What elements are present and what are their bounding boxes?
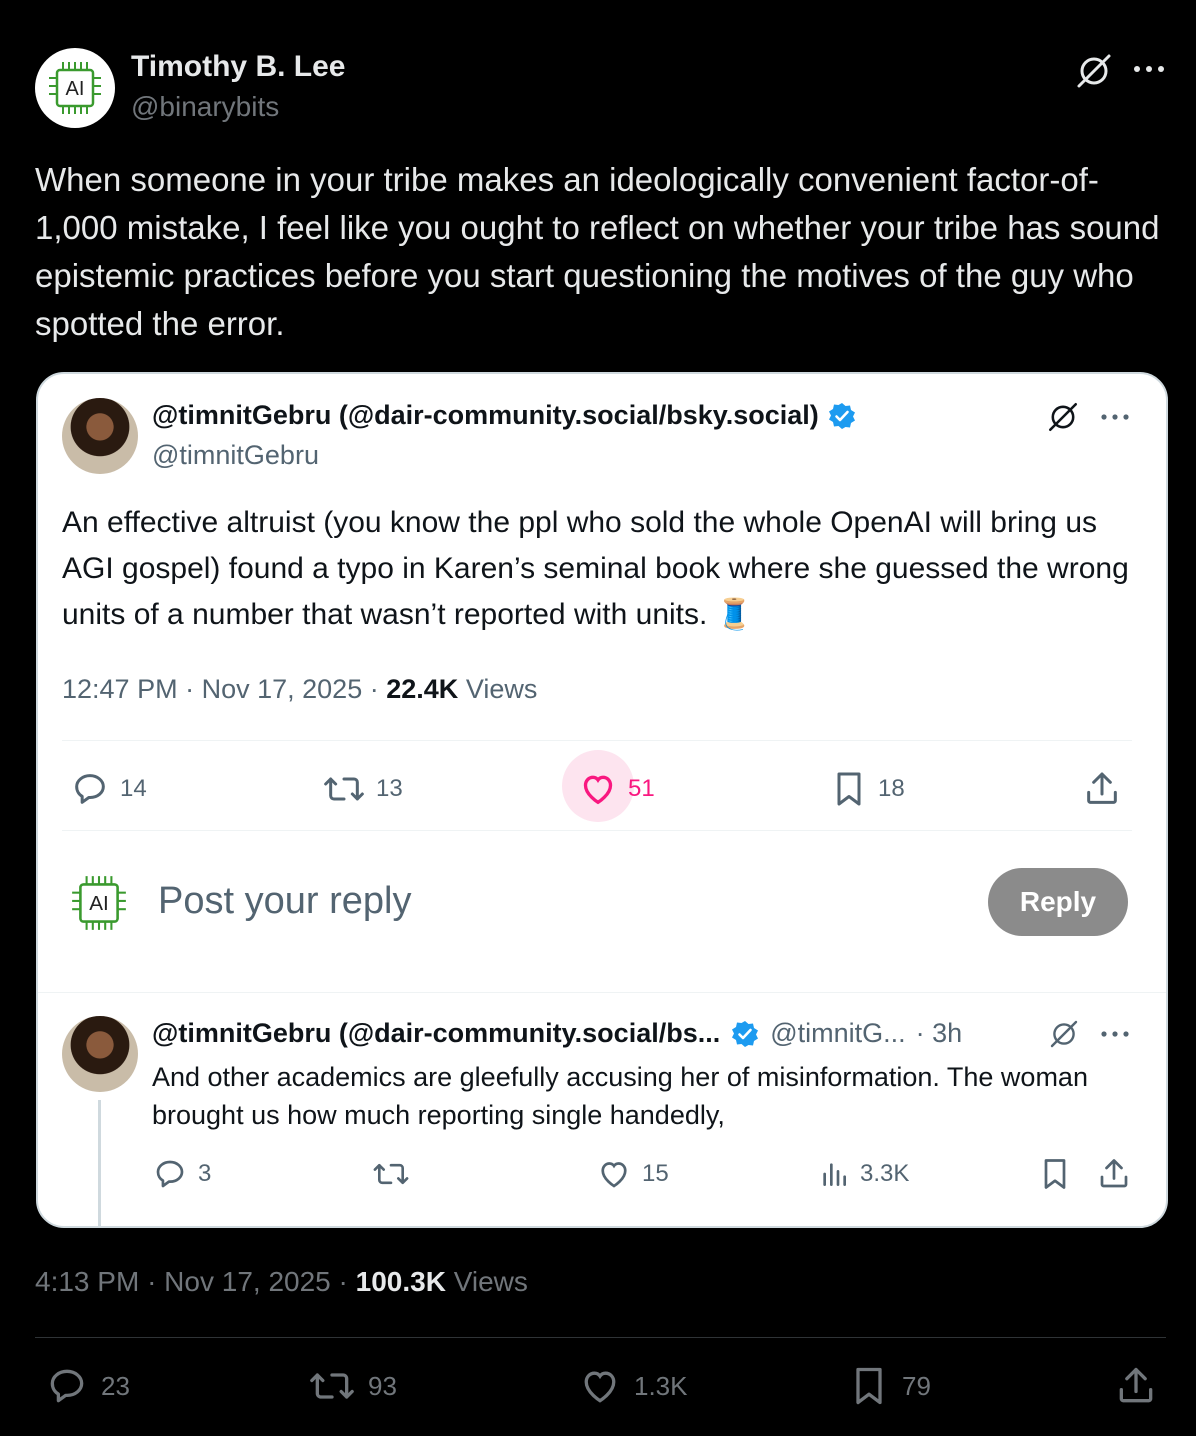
bookmark-action[interactable]: 18 [830,769,905,809]
composer-avatar-text: AI [89,892,109,915]
repost-action[interactable] [372,1156,410,1192]
reply-action[interactable]: 23 [45,1364,130,1408]
reply-author-avatar[interactable] [62,1016,138,1092]
composer-avatar: AI [68,872,130,934]
divider [62,740,1132,741]
reply-count: 23 [101,1370,130,1401]
quote-text: An effective altruist (you know the ppl … [62,500,1132,638]
repost-icon [310,1373,354,1399]
bookmark-action[interactable]: 79 [848,1364,931,1408]
share-action[interactable] [1114,1364,1158,1408]
tweet-time: 4:13 PM [35,1266,140,1297]
author-avatar[interactable]: AI [35,48,115,128]
views-count: 3.3K [860,1160,910,1187]
more-options-icon[interactable] [1132,64,1166,74]
reply-age[interactable]: · 3h [916,1018,963,1049]
thread-line [98,1100,101,1226]
heart-icon [601,1162,627,1188]
like-count: 51 [628,775,655,802]
like-action[interactable]: 1.3K [578,1364,688,1408]
avatar-text: AI [66,78,85,100]
heart-icon [583,775,613,805]
reply-icon [50,1369,84,1403]
tweet-views-count: 100.3K [355,1266,446,1297]
grok-icon[interactable] [1046,400,1080,434]
quote-timestamp[interactable]: 12:47 PM · Nov 17, 2025 · 22.4K Views [62,674,537,705]
share-icon [1100,1159,1128,1188]
bookmark-icon [1044,1159,1066,1189]
reply-button[interactable]: Reply [988,868,1128,936]
grok-icon[interactable] [1048,1018,1080,1050]
repost-action[interactable]: 13 [322,769,403,809]
bookmark-count: 18 [878,775,905,802]
tweet-text: When someone in your tribe makes an ideo… [35,161,1160,342]
repost-count: 13 [376,775,403,802]
reply-count: 3 [198,1160,212,1187]
reply-author-handle[interactable]: @timnitG... [770,1018,905,1049]
divider [35,1337,1166,1338]
reply-action[interactable]: 3 [152,1156,211,1192]
repost-action[interactable]: 93 [308,1364,397,1408]
share-action[interactable] [1096,1156,1132,1192]
grok-icon[interactable] [1074,51,1114,91]
bookmark-action[interactable] [1038,1156,1072,1192]
tweet-date: Nov 17, 2025 [164,1266,331,1297]
quote-views-label: Views [465,674,538,704]
heart-icon [584,1371,616,1403]
reply-input[interactable]: Post your reply [158,880,411,923]
like-action[interactable]: 51 [578,769,655,809]
bookmark-icon [837,772,861,806]
share-icon [1119,1367,1153,1403]
views-action[interactable]: 3.3K [818,1156,909,1192]
quote-author-avatar[interactable] [62,398,138,474]
reply-action[interactable]: 14 [70,769,147,809]
repost-count: 93 [368,1370,397,1401]
reply-author-name[interactable]: @timnitGebru (@dair-community.social/bs.… [152,1018,720,1049]
author-name[interactable]: Timothy B. Lee [131,50,345,84]
reply-text: And other academics are gleefully accusi… [152,1062,1088,1130]
tweet-timestamp[interactable]: 4:13 PM · Nov 17, 2025 · 100.3K Views [35,1266,528,1298]
quote-text-body: An effective altruist (you know the ppl … [62,506,1129,631]
share-icon [1087,772,1117,804]
verified-badge-icon [732,1020,759,1047]
quote-author-handle[interactable]: @timnitGebru [152,440,319,471]
quote-author-name[interactable]: @timnitGebru (@dair-community.social/bsk… [152,400,819,431]
share-action[interactable] [1082,769,1122,809]
more-options-icon[interactable] [1100,412,1130,422]
repost-icon [324,777,364,801]
reply-count: 14 [120,775,147,802]
ai-chip-icon: AI [72,876,126,930]
author-handle[interactable]: @binarybits [131,91,279,123]
quote-date: Nov 17, 2025 [201,674,363,704]
more-options-icon[interactable] [1100,1029,1130,1039]
reply-icon [156,1160,184,1188]
divider [62,830,1132,831]
thread-emoji: 🧵 [715,598,754,631]
quote-views-count: 22.4K [386,674,459,704]
like-action[interactable]: 15 [596,1156,669,1192]
quoted-post-card[interactable]: @timnitGebru (@dair-community.social/bsk… [36,372,1168,1228]
repost-icon [373,1163,409,1185]
ai-chip-icon: AI [49,62,101,114]
like-count: 15 [642,1160,669,1187]
verified-badge-icon [828,402,855,429]
quote-time: 12:47 PM [62,674,178,704]
tweet-views-label: Views [453,1266,528,1297]
divider [38,992,1166,993]
bookmark-count: 79 [902,1370,931,1401]
bookmark-icon [856,1367,882,1405]
views-bar-chart-icon [823,1163,846,1186]
like-count: 1.3K [634,1370,688,1401]
reply-icon [75,774,105,804]
